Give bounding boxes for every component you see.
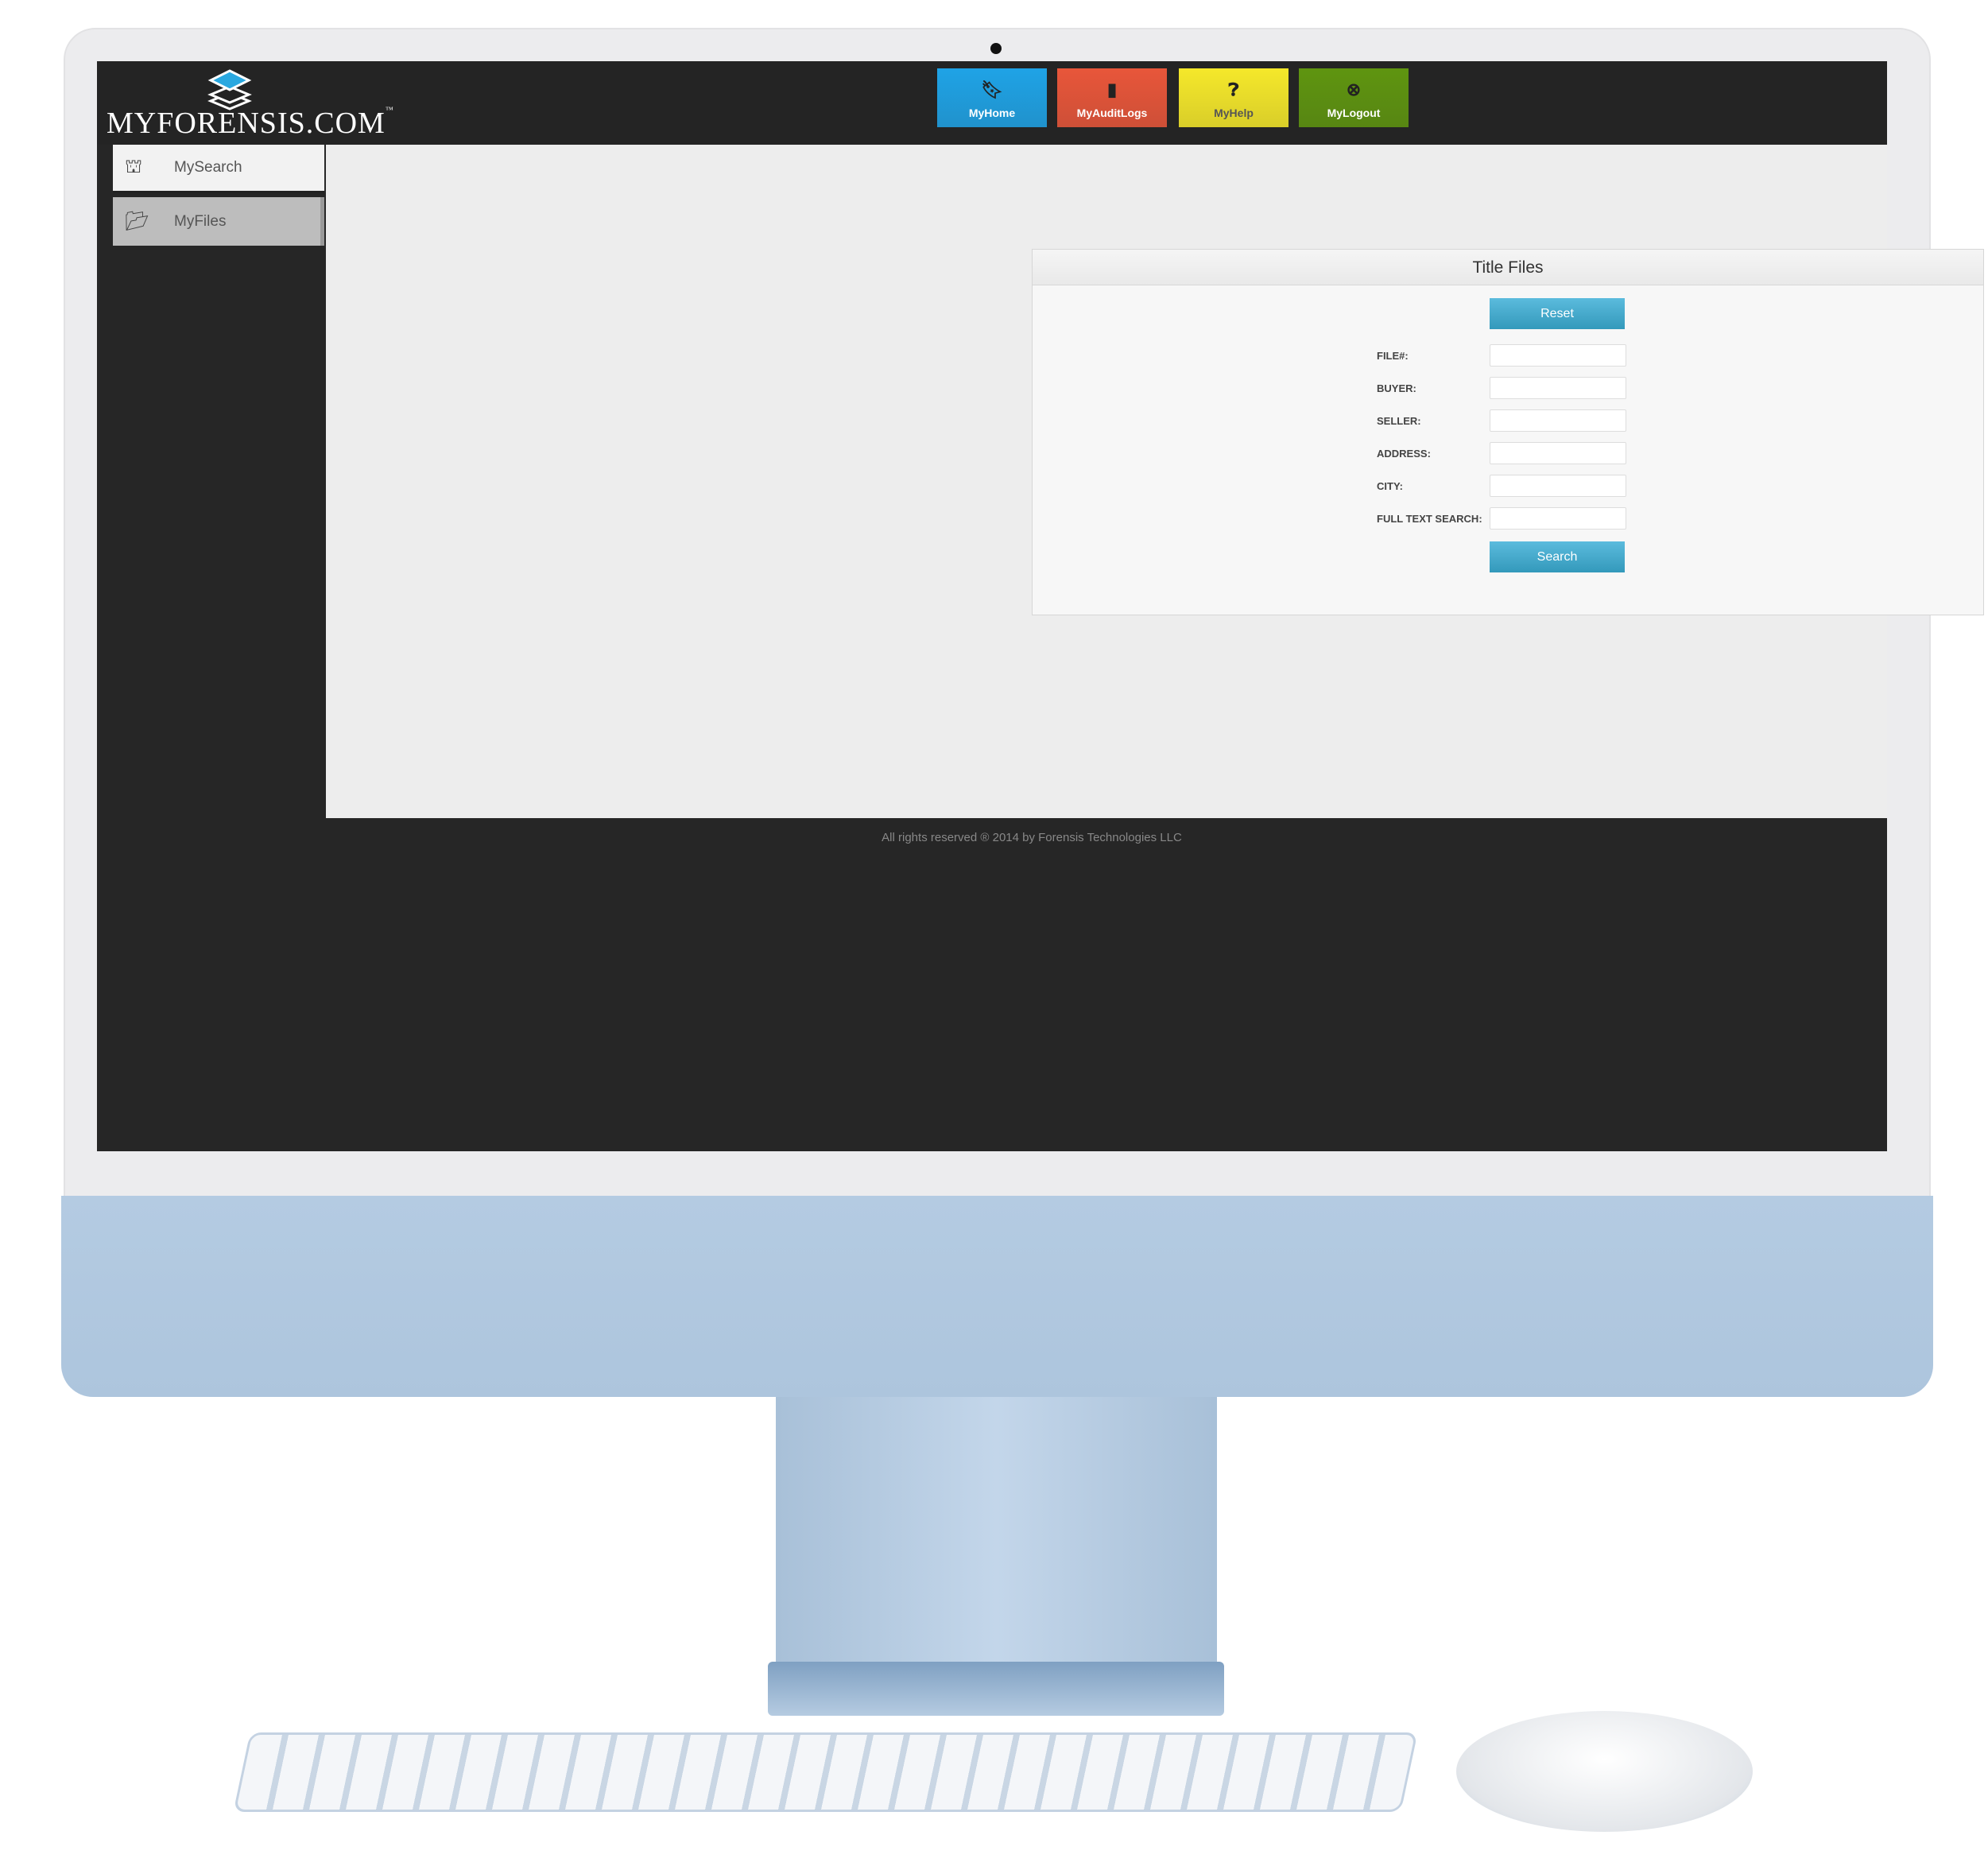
nav-label: MyHelp (1214, 107, 1254, 119)
nav-label: MyAuditLogs (1076, 107, 1148, 119)
logo-text: MYFORENSIS.COM (107, 107, 386, 140)
nav-myhelp[interactable]: ❓︎ MyHelp (1179, 68, 1289, 127)
monitor-chin (61, 1196, 1933, 1397)
footer-copyright: All rights reserved ® 2014 by Forensis T… (882, 831, 1182, 844)
file-number-input[interactable] (1490, 344, 1626, 367)
sidebar-item-mysearch[interactable]: ⛫ MySearch (113, 145, 324, 193)
nav-label: MyHome (968, 107, 1016, 119)
panel-title: Title Files (1033, 250, 1983, 285)
sidebar-item-label: MyFiles (174, 212, 227, 230)
seller-label: SELLER: (1377, 415, 1421, 427)
nav-label: MyLogout (1327, 107, 1381, 119)
mouse (1456, 1711, 1753, 1832)
file-number-label: FILE#: (1377, 350, 1409, 362)
monitor-stand (776, 1397, 1217, 1667)
buyer-label: BUYER: (1377, 382, 1416, 394)
nav-mylogout[interactable]: ⊗ MyLogout (1299, 68, 1409, 127)
keyboard (233, 1732, 1418, 1812)
book-icon: ▮ (1106, 80, 1118, 99)
header: MYFORENSIS.COM™ 🔖︎ MyHome ▮ MyAuditLogs … (97, 61, 1887, 145)
full-text-search-label: FULL TEXT SEARCH: (1377, 513, 1482, 525)
city-input[interactable] (1490, 475, 1626, 497)
logo-stack-icon (207, 69, 252, 111)
reset-button[interactable]: Reset (1490, 298, 1625, 329)
trademark: ™ (385, 106, 394, 114)
address-input[interactable] (1490, 442, 1626, 464)
close-circle-icon: ⊗ (1346, 80, 1362, 99)
question-circle-icon: ❓︎ (1228, 80, 1239, 99)
city-label: CITY: (1377, 480, 1403, 492)
folder-open-icon: 📂︎ (125, 211, 149, 232)
sidebar-item-label: MySearch (174, 159, 242, 176)
full-text-search-input[interactable] (1490, 507, 1626, 530)
binoculars-icon: ⛫ (125, 156, 143, 177)
seller-input[interactable] (1490, 409, 1626, 432)
bookmark-icon: 🔖︎ (981, 80, 1003, 99)
search-button[interactable]: Search (1490, 541, 1625, 572)
main-content: Title Files Reset FILE#: BUYER: SELLER: … (326, 145, 1984, 818)
screen: MYFORENSIS.COM™ 🔖︎ MyHome ▮ MyAuditLogs … (97, 61, 1984, 1151)
webcam (990, 43, 1002, 54)
logo[interactable]: MYFORENSIS.COM™ (107, 69, 393, 141)
buyer-input[interactable] (1490, 377, 1626, 399)
address-label: ADDRESS: (1377, 448, 1431, 460)
title-files-panel: Title Files Reset FILE#: BUYER: SELLER: … (1032, 249, 1984, 615)
nav-myauditlogs[interactable]: ▮ MyAuditLogs (1057, 68, 1167, 127)
sidebar-item-myfiles[interactable]: 📂︎ MyFiles (113, 197, 324, 246)
monitor-foot (768, 1662, 1224, 1716)
nav-myhome[interactable]: 🔖︎ MyHome (937, 68, 1047, 127)
